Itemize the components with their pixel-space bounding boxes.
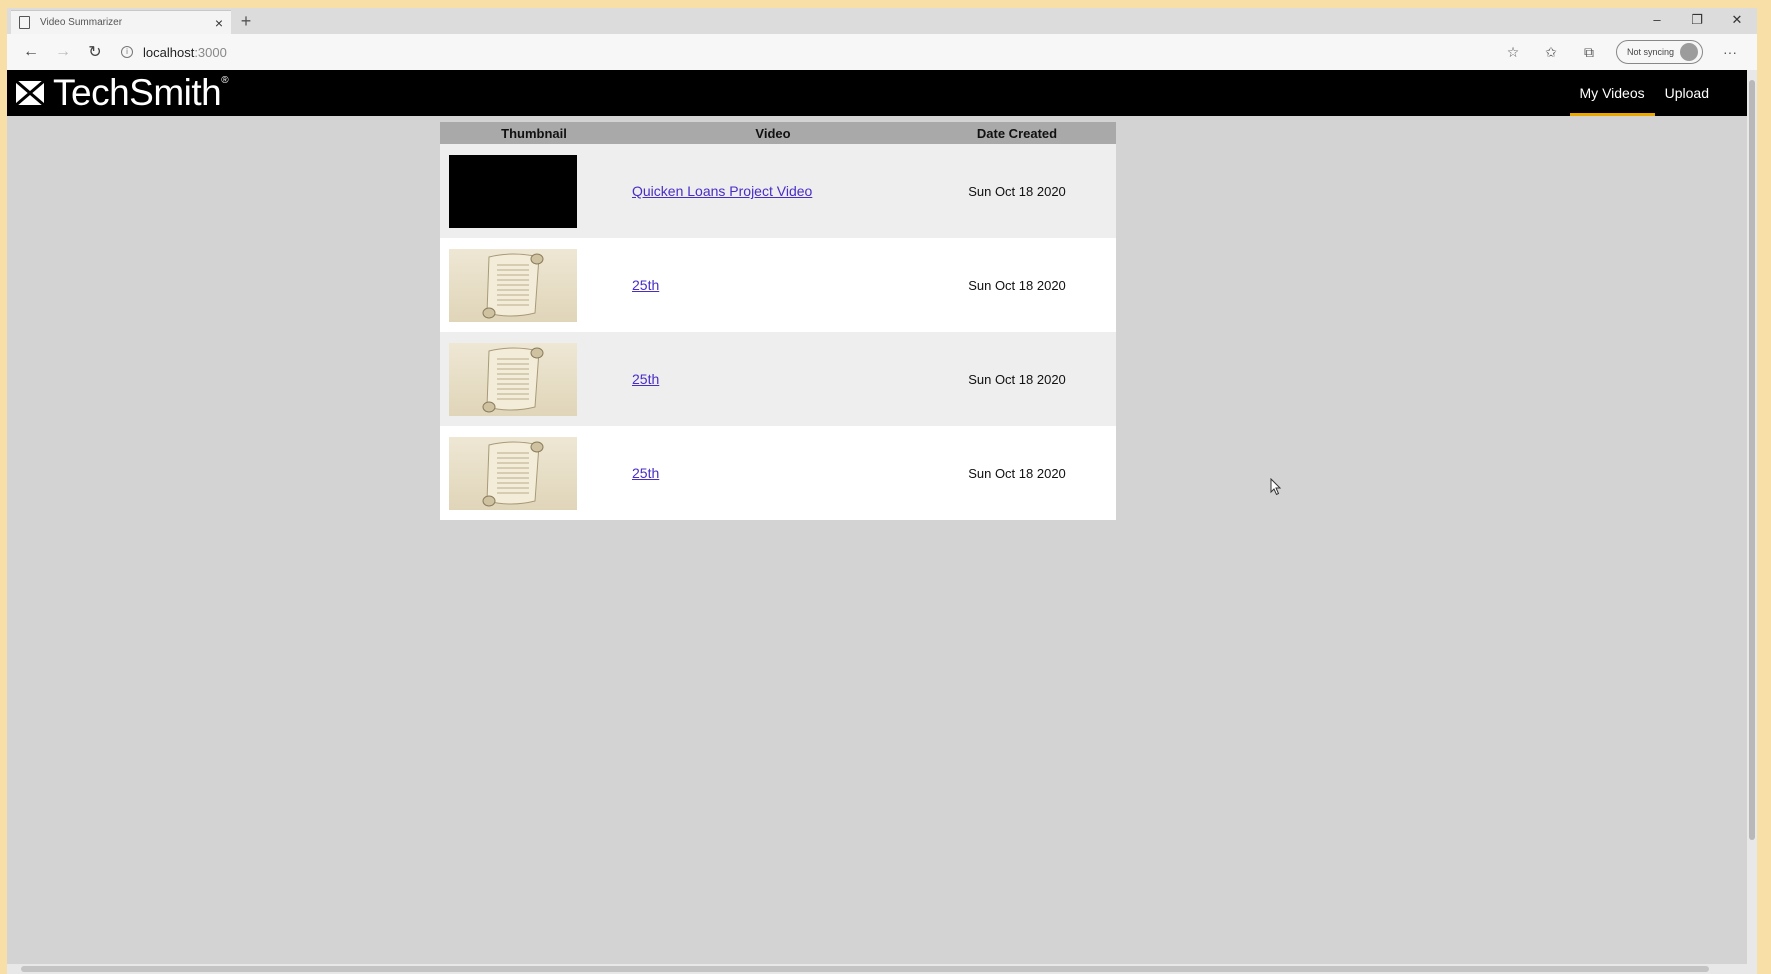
scrollbar-thumb[interactable] <box>21 966 1709 972</box>
scrollbar-thumb[interactable] <box>1749 80 1755 840</box>
main-nav: My Videos Upload <box>1569 70 1719 116</box>
profile-sync-button[interactable]: Not syncing <box>1615 40 1703 64</box>
video-thumbnail[interactable] <box>449 248 577 322</box>
favorites-icon[interactable]: ✩ <box>1532 44 1570 61</box>
horizontal-scrollbar[interactable] <box>7 964 1747 974</box>
column-header-date: Date Created <box>918 122 1116 144</box>
techsmith-logo[interactable]: TechSmith® <box>15 72 229 113</box>
url-port: :3000 <box>194 44 227 60</box>
collections-icon[interactable]: ⧉ <box>1570 44 1608 61</box>
back-icon[interactable]: ← <box>15 43 47 61</box>
techsmith-logo-icon <box>15 79 45 107</box>
logo-text: TechSmith® <box>53 72 229 113</box>
more-menu-icon[interactable]: ··· <box>1711 44 1749 60</box>
table-row: 25th Sun Oct 18 2020 <box>440 332 1116 426</box>
nav-my-videos[interactable]: My Videos <box>1569 70 1655 116</box>
table-row: 25th Sun Oct 18 2020 <box>440 238 1116 332</box>
video-link[interactable]: Quicken Loans Project Video <box>632 183 812 199</box>
table-row: 25th Sun Oct 18 2020 <box>440 426 1116 520</box>
address-input[interactable]: i localhost:3000 <box>121 45 227 60</box>
tab-title: Video Summarizer <box>40 17 123 28</box>
video-thumbnail[interactable] <box>449 342 577 416</box>
app-header: TechSmith® My Videos Upload <box>7 70 1747 116</box>
forward-icon[interactable]: → <box>47 43 79 61</box>
nav-upload[interactable]: Upload <box>1655 70 1719 116</box>
table-header-row: Thumbnail Video Date Created <box>440 122 1116 144</box>
close-window-icon[interactable]: ✕ <box>1717 8 1757 34</box>
window-controls: – ❐ ✕ <box>1637 8 1757 34</box>
date-created: Sun Oct 18 2020 <box>918 426 1116 520</box>
scroll-image-icon <box>482 347 544 412</box>
videos-table: Thumbnail Video Date Created Quicken Loa… <box>440 122 1116 520</box>
mouse-cursor-icon <box>1270 478 1282 496</box>
column-header-thumbnail: Thumbnail <box>440 122 628 144</box>
avatar <box>1680 43 1698 61</box>
video-link[interactable]: 25th <box>632 371 659 387</box>
browser-tab[interactable]: Video Summarizer × <box>11 10 231 34</box>
table-row: Quicken Loans Project Video Sun Oct 18 2… <box>440 144 1116 238</box>
video-thumbnail[interactable] <box>449 436 577 510</box>
browser-tools: ☆ ✩ ⧉ Not syncing ··· <box>1494 34 1749 70</box>
minimize-icon[interactable]: – <box>1637 8 1677 34</box>
vertical-scrollbar[interactable] <box>1747 70 1757 974</box>
favorite-star-icon[interactable]: ☆ <box>1494 44 1532 61</box>
scroll-image-icon <box>482 253 544 318</box>
date-created: Sun Oct 18 2020 <box>918 144 1116 238</box>
video-thumbnail[interactable] <box>449 154 577 228</box>
browser-addressbar: ← → ↻ i localhost:3000 ☆ ✩ ⧉ Not syncing… <box>7 34 1757 70</box>
sync-label: Not syncing <box>1626 47 1674 57</box>
refresh-icon[interactable]: ↻ <box>79 42 111 62</box>
page-icon <box>19 16 30 29</box>
site-info-icon[interactable]: i <box>121 46 133 58</box>
url-host: localhost <box>143 44 195 60</box>
column-header-video: Video <box>628 122 918 144</box>
date-created: Sun Oct 18 2020 <box>918 332 1116 426</box>
maximize-icon[interactable]: ❐ <box>1677 8 1717 34</box>
date-created: Sun Oct 18 2020 <box>918 238 1116 332</box>
scroll-image-icon <box>482 441 544 506</box>
video-link[interactable]: 25th <box>632 277 659 293</box>
browser-titlebar: Video Summarizer × + – ❐ ✕ <box>7 8 1757 34</box>
new-tab-icon[interactable]: + <box>235 10 257 32</box>
tab-close-icon[interactable]: × <box>215 15 223 31</box>
video-link[interactable]: 25th <box>632 465 659 481</box>
